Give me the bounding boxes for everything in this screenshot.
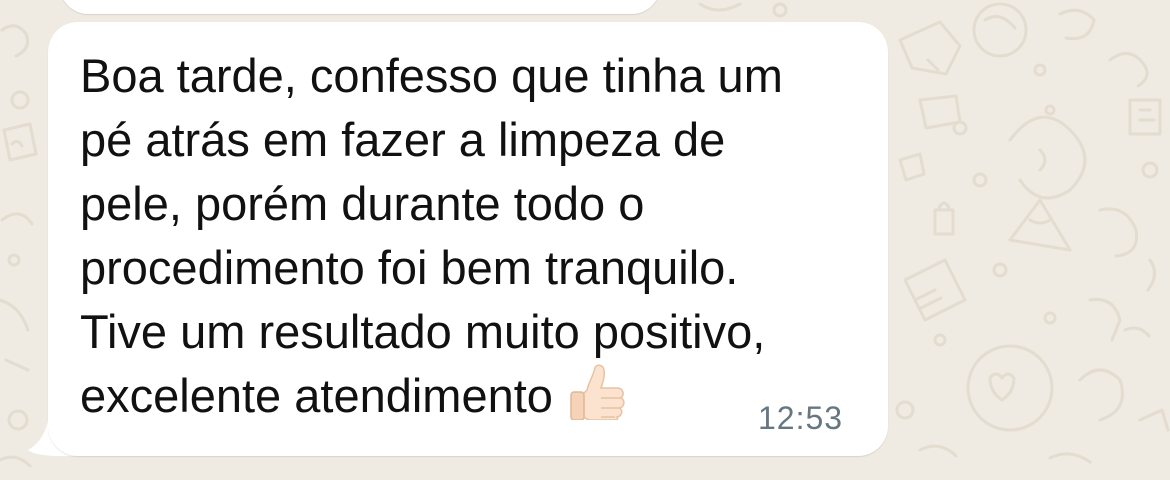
message-line: pele, porém durante todo o xyxy=(80,177,645,230)
message-line: procedimento foi bem tranquilo. xyxy=(80,241,739,294)
message-line: pé atrás em fazer a limpeza de xyxy=(80,113,726,166)
message-text: Boa tarde, confesso que tinha um pé atrá… xyxy=(80,44,870,428)
message-line: Tive um resultado muito positivo, xyxy=(80,305,766,358)
previous-message-bubble xyxy=(60,0,660,14)
thumbs-up-icon xyxy=(570,364,625,420)
message-line: Boa tarde, confesso que tinha um xyxy=(80,49,783,102)
message-line-text: excelente atendimento xyxy=(80,369,553,422)
message-last-line: excelente atendimento xyxy=(80,364,870,428)
message-timestamp: 12:53 xyxy=(758,400,844,436)
